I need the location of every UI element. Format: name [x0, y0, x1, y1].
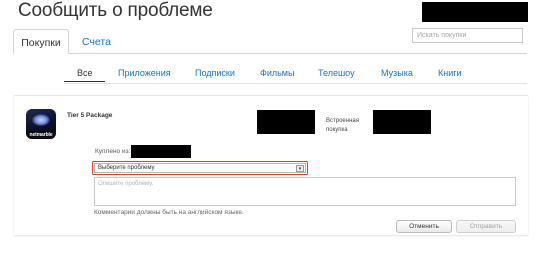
category-active-underline [64, 81, 105, 82]
problem-select-box[interactable]: Выберите проблему ▾ [94, 163, 306, 173]
category-books[interactable]: Книги [438, 68, 462, 78]
category-subscriptions[interactable]: Подписки [195, 68, 235, 78]
search-input[interactable] [412, 28, 523, 43]
redacted-info-block [257, 110, 315, 134]
app-brand-label: netmarble [29, 132, 53, 138]
category-tv-shows[interactable]: Телешоу [318, 68, 355, 78]
redacted-store-block [131, 145, 191, 158]
tab-invoices[interactable]: Счета [76, 29, 117, 54]
cancel-button[interactable]: Отменить [396, 220, 452, 233]
purchase-type: Встроенная покупка [326, 118, 359, 133]
problem-select-value: Выберите проблему [98, 165, 155, 171]
item-title: Tier 5 Package [67, 112, 113, 119]
problem-description-field[interactable] [94, 177, 516, 206]
app-icon: netmarble [26, 109, 56, 139]
category-all[interactable]: Все [77, 68, 93, 78]
app-artwork-glow [32, 114, 50, 126]
category-movies[interactable]: Фильмы [260, 68, 294, 78]
category-apps[interactable]: Приложения [118, 68, 171, 78]
problem-select[interactable]: Выберите проблему ▾ [92, 161, 308, 175]
redacted-account-block [422, 2, 528, 22]
tabs-divider [13, 53, 527, 54]
tab-purchases[interactable]: Покупки [13, 29, 69, 54]
redacted-info-block [373, 110, 431, 134]
categories-divider [64, 83, 527, 84]
bought-from-label: Куплено из: [95, 148, 131, 155]
language-note: Комментарии должны быть на английском яз… [94, 209, 244, 216]
page-title: Сообщить о проблеме [18, 0, 213, 21]
category-music[interactable]: Музыка [381, 68, 413, 78]
chevron-down-icon[interactable]: ▾ [296, 165, 304, 172]
submit-button[interactable]: Отправить [456, 220, 516, 233]
